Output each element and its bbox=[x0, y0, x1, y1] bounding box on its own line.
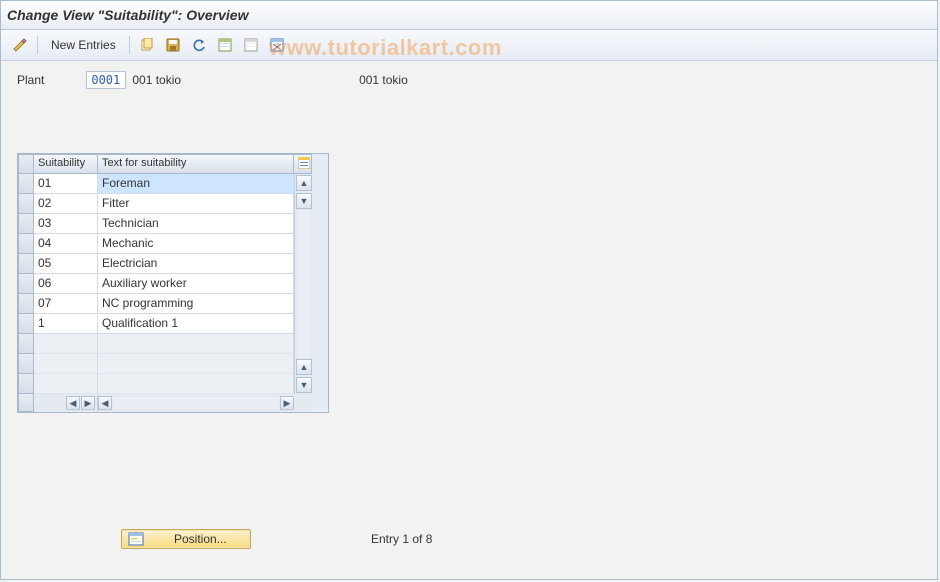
save-icon[interactable] bbox=[162, 34, 184, 56]
sap-window: Change View "Suitability": Overview New … bbox=[0, 0, 938, 580]
table-row: 01Foreman bbox=[18, 174, 294, 194]
scroll-up2-icon[interactable]: ▲ bbox=[296, 359, 312, 375]
row-selector[interactable] bbox=[18, 294, 34, 314]
table-row: 05Electrician bbox=[18, 254, 294, 274]
plant-field-row: Plant 0001 001 tokio 001 tokio bbox=[17, 71, 921, 89]
table-row-empty bbox=[18, 334, 294, 354]
vertical-scrollbar[interactable]: ▲ ▼ ▲ ▼ bbox=[294, 174, 313, 394]
cell-suitability-text[interactable]: Fitter bbox=[98, 194, 294, 214]
title-bar: Change View "Suitability": Overview bbox=[1, 1, 937, 30]
hscroll-left2-icon[interactable]: ◀ bbox=[98, 396, 112, 410]
undo-icon[interactable] bbox=[188, 34, 210, 56]
position-button[interactable]: Position... bbox=[121, 529, 251, 549]
table-footer: Position... Entry 1 of 8 bbox=[121, 529, 432, 549]
cell-suitability-text[interactable]: Electrician bbox=[98, 254, 294, 274]
table-row: 07NC programming bbox=[18, 294, 294, 314]
cell-suitability-text[interactable]: Qualification 1 bbox=[98, 314, 294, 334]
row-selector[interactable] bbox=[18, 174, 34, 194]
horizontal-scrollbar[interactable]: ◀ ▶ ◀ ▶ bbox=[18, 394, 328, 412]
scroll-up-icon[interactable]: ▲ bbox=[296, 175, 312, 191]
table-row: 06Auxiliary worker bbox=[18, 274, 294, 294]
row-selector[interactable] bbox=[18, 374, 34, 394]
entry-status: Entry 1 of 8 bbox=[371, 532, 432, 546]
hscroll-right2-icon[interactable]: ▶ bbox=[280, 396, 294, 410]
cell-suitability-code[interactable]: 05 bbox=[34, 254, 98, 274]
column-header-suitability[interactable]: Suitability bbox=[34, 154, 98, 174]
cell-suitability-text[interactable]: NC programming bbox=[98, 294, 294, 314]
table-row: 1Qualification 1 bbox=[18, 314, 294, 334]
cell-empty[interactable] bbox=[98, 354, 294, 374]
suitability-table: Suitability Text for suitability 01Forem… bbox=[17, 153, 329, 413]
plant-label: Plant bbox=[17, 73, 44, 87]
row-selector[interactable] bbox=[18, 314, 34, 334]
delete-icon[interactable] bbox=[266, 34, 288, 56]
position-button-label: Position... bbox=[174, 532, 227, 546]
hscroll-track[interactable] bbox=[113, 397, 279, 409]
cell-empty[interactable] bbox=[98, 374, 294, 394]
row-selector[interactable] bbox=[18, 354, 34, 374]
toolbar-separator bbox=[37, 36, 38, 54]
scroll-track[interactable] bbox=[298, 210, 310, 358]
table-row-empty bbox=[18, 354, 294, 374]
row-selector[interactable] bbox=[18, 334, 34, 354]
deselect-all-icon[interactable] bbox=[240, 34, 262, 56]
cell-suitability-text[interactable]: Foreman bbox=[98, 174, 294, 194]
column-header-text[interactable]: Text for suitability bbox=[98, 154, 294, 174]
cell-suitability-code[interactable]: 02 bbox=[34, 194, 98, 214]
copy-icon[interactable] bbox=[136, 34, 158, 56]
cell-empty[interactable] bbox=[34, 334, 98, 354]
cell-suitability-code[interactable]: 06 bbox=[34, 274, 98, 294]
content-area: Plant 0001 001 tokio 001 tokio Suitabili… bbox=[1, 61, 937, 579]
table-header: Suitability Text for suitability bbox=[18, 154, 328, 174]
cell-suitability-text[interactable]: Mechanic bbox=[98, 234, 294, 254]
plant-description-secondary: 001 tokio bbox=[359, 73, 408, 87]
row-selector[interactable] bbox=[18, 274, 34, 294]
cell-empty[interactable] bbox=[34, 374, 98, 394]
table-row: 02Fitter bbox=[18, 194, 294, 214]
cell-suitability-code[interactable]: 1 bbox=[34, 314, 98, 334]
row-selector[interactable] bbox=[18, 254, 34, 274]
position-icon bbox=[128, 532, 144, 546]
scroll-down2-icon[interactable]: ▼ bbox=[296, 377, 312, 393]
row-selector[interactable] bbox=[18, 214, 34, 234]
cell-empty[interactable] bbox=[98, 334, 294, 354]
application-toolbar: New Entries bbox=[1, 30, 937, 61]
row-selector-header[interactable] bbox=[18, 154, 34, 174]
cell-suitability-text[interactable]: Auxiliary worker bbox=[98, 274, 294, 294]
table-corner bbox=[18, 394, 34, 412]
hscroll-left-icon[interactable]: ◀ bbox=[66, 396, 80, 410]
page-title: Change View "Suitability": Overview bbox=[7, 7, 249, 23]
cell-suitability-code[interactable]: 01 bbox=[34, 174, 98, 194]
scroll-down-icon[interactable]: ▼ bbox=[296, 193, 312, 209]
row-selector[interactable] bbox=[18, 194, 34, 214]
cell-suitability-code[interactable]: 04 bbox=[34, 234, 98, 254]
select-all-icon[interactable] bbox=[214, 34, 236, 56]
cell-empty[interactable] bbox=[34, 354, 98, 374]
cell-suitability-code[interactable]: 03 bbox=[34, 214, 98, 234]
plant-input[interactable]: 0001 bbox=[86, 71, 126, 89]
cell-suitability-text[interactable]: Technician bbox=[98, 214, 294, 234]
new-entries-button[interactable]: New Entries bbox=[44, 35, 123, 55]
table-row: 03Technician bbox=[18, 214, 294, 234]
table-settings-button[interactable] bbox=[294, 154, 312, 174]
row-selector[interactable] bbox=[18, 234, 34, 254]
change-display-toggle-icon[interactable] bbox=[9, 34, 31, 56]
table-row: 04Mechanic bbox=[18, 234, 294, 254]
table-row-empty bbox=[18, 374, 294, 394]
hscroll-right-icon[interactable]: ▶ bbox=[81, 396, 95, 410]
plant-description: 001 tokio bbox=[132, 73, 181, 87]
toolbar-separator bbox=[129, 36, 130, 54]
cell-suitability-code[interactable]: 07 bbox=[34, 294, 98, 314]
